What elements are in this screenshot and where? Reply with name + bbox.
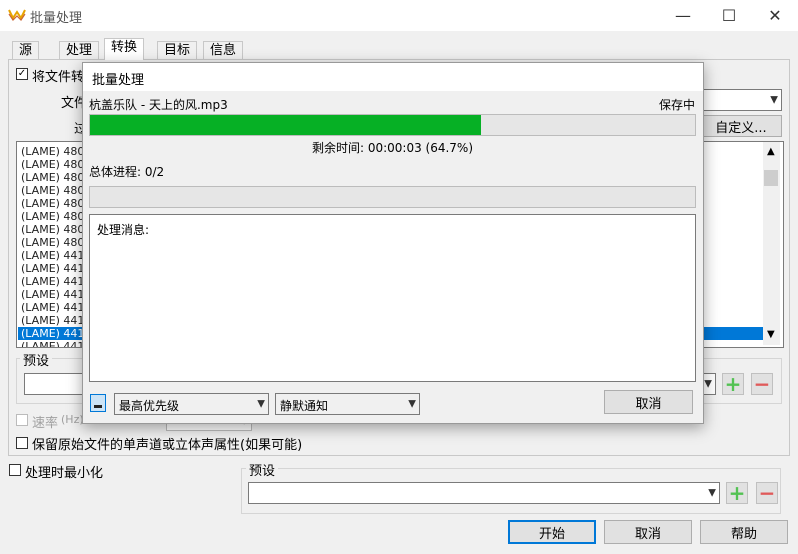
tab-target[interactable]: 目标 bbox=[157, 41, 198, 60]
list-item[interactable]: (LAME) 4410 bbox=[21, 340, 91, 347]
bottom-preset-title: 预设 bbox=[246, 460, 279, 479]
notify-select[interactable]: 静默通知 ▼ bbox=[275, 393, 420, 415]
dialog-title-bar: 批量处理 bbox=[83, 63, 703, 91]
priority-select[interactable]: 最高优先级 ▼ bbox=[114, 393, 269, 415]
list-item[interactable]: (LAME) 4800 bbox=[21, 210, 91, 223]
add-bottom-preset-button[interactable]: + bbox=[726, 482, 748, 504]
dialog-title: 批量处理 bbox=[92, 73, 145, 88]
scroll-up-icon[interactable]: ▲ bbox=[767, 146, 775, 157]
messages-box[interactable]: 处理消息: bbox=[89, 214, 696, 382]
close-button[interactable]: ✕ bbox=[752, 0, 798, 31]
chevron-down-icon: ▼ bbox=[708, 487, 716, 499]
start-button[interactable]: 开始 bbox=[508, 520, 596, 544]
convert-files-label: 将文件转 bbox=[32, 70, 85, 85]
keep-channels-checkbox[interactable] bbox=[16, 437, 28, 449]
minimize-button[interactable]: — bbox=[660, 0, 706, 31]
minimize-while-processing-checkbox[interactable] bbox=[9, 464, 21, 476]
title-bar: 批量处理 — ☐ ✕ bbox=[0, 0, 798, 31]
minimize-icon: — bbox=[675, 6, 691, 25]
preset-group-title: 预设 bbox=[20, 350, 53, 369]
help-button[interactable]: 帮助 bbox=[700, 520, 788, 544]
dialog-cancel-button[interactable]: 取消 bbox=[604, 390, 693, 414]
maximize-button[interactable]: ☐ bbox=[706, 0, 752, 31]
list-item[interactable]: (LAME) 4800 bbox=[21, 158, 91, 171]
batch-progress-dialog: 批量处理 杭盖乐队 - 天上的风.mp3 保存中 剩余时间: 00:00:03 … bbox=[82, 62, 704, 424]
tab-convert[interactable]: 转换 bbox=[104, 38, 145, 60]
convert-files-checkbox[interactable]: ✓ bbox=[16, 68, 28, 80]
list-item[interactable]: (LAME) 4410 bbox=[21, 288, 91, 301]
remove-preset-button[interactable]: − bbox=[751, 373, 773, 395]
rate-label: 速率 bbox=[32, 416, 59, 431]
list-item[interactable]: (LAME) 4800 bbox=[21, 145, 91, 158]
file-progress-bar bbox=[89, 114, 696, 136]
tab-source[interactable]: 源 bbox=[12, 41, 40, 60]
chevron-down-icon: ▼ bbox=[770, 94, 778, 106]
minimize-while-processing-label: 处理时最小化 bbox=[25, 466, 104, 481]
customize-button[interactable]: 自定义... bbox=[700, 115, 782, 137]
priority-select-value: 最高优先级 bbox=[119, 399, 180, 413]
remaining-time-label: 剩余时间: 00:00:03 (64.7%) bbox=[311, 141, 474, 155]
list-item[interactable]: (LAME) 4410 bbox=[21, 275, 91, 288]
list-item[interactable]: (LAME) 4410 bbox=[21, 301, 91, 314]
current-file-name: 杭盖乐队 - 天上的风.mp3 bbox=[89, 98, 228, 112]
notify-select-value: 静默通知 bbox=[280, 399, 329, 413]
plus-icon: + bbox=[728, 481, 746, 505]
list-scrollbar[interactable]: ▲ ▼ bbox=[763, 142, 780, 345]
plus-icon: + bbox=[724, 372, 742, 396]
list-item[interactable]: (LAME) 4410 bbox=[21, 314, 91, 327]
keep-channels-label: 保留原始文件的单声道或立体声属性(如果可能) bbox=[32, 438, 303, 453]
tab-process[interactable]: 处理 bbox=[59, 41, 100, 60]
list-item[interactable]: (LAME) 4800 bbox=[21, 171, 91, 184]
scroll-down-icon[interactable]: ▼ bbox=[767, 329, 775, 340]
list-item[interactable]: (LAME) 4410 bbox=[21, 249, 91, 262]
list-item[interactable]: (LAME) 4410 bbox=[21, 262, 91, 275]
tab-info[interactable]: 信息 bbox=[203, 41, 244, 60]
list-item[interactable]: (LAME) 4800 bbox=[21, 184, 91, 197]
app-logo-icon bbox=[8, 9, 26, 21]
list-item[interactable]: (LAME) 4800 bbox=[21, 197, 91, 210]
add-preset-button[interactable]: + bbox=[722, 373, 744, 395]
window-title: 批量处理 bbox=[30, 11, 83, 26]
chevron-down-icon: ▼ bbox=[408, 398, 416, 410]
minus-icon: − bbox=[753, 372, 771, 396]
remove-bottom-preset-button[interactable]: − bbox=[756, 482, 778, 504]
close-icon: ✕ bbox=[768, 6, 782, 25]
scroll-thumb[interactable] bbox=[764, 170, 778, 186]
messages-label: 处理消息: bbox=[97, 223, 150, 237]
overall-progress-bar bbox=[89, 186, 696, 208]
overall-progress-label: 总体进程: 0/2 bbox=[89, 165, 165, 179]
bottom-preset-select[interactable]: ▼ bbox=[248, 482, 720, 504]
cancel-button[interactable]: 取消 bbox=[604, 520, 692, 544]
minus-icon: − bbox=[758, 481, 776, 505]
minimize-dialog-icon[interactable] bbox=[90, 394, 106, 412]
chevron-down-icon: ▼ bbox=[257, 398, 265, 410]
rate-unit-label: (Hz) bbox=[61, 413, 84, 426]
chevron-down-icon: ▼ bbox=[704, 378, 712, 390]
list-item[interactable]: (LAME) 4800 bbox=[21, 236, 91, 249]
preset-select[interactable] bbox=[24, 373, 84, 395]
maximize-icon: ☐ bbox=[721, 6, 737, 25]
file-progress-fill bbox=[90, 115, 482, 135]
rate-checkbox[interactable] bbox=[16, 414, 28, 426]
current-file-status: 保存中 bbox=[659, 98, 696, 112]
file-format-select[interactable]: ▼ bbox=[700, 89, 782, 111]
minimize-dialog-glyph bbox=[94, 405, 102, 408]
list-item[interactable]: (LAME) 4800 bbox=[21, 223, 91, 236]
